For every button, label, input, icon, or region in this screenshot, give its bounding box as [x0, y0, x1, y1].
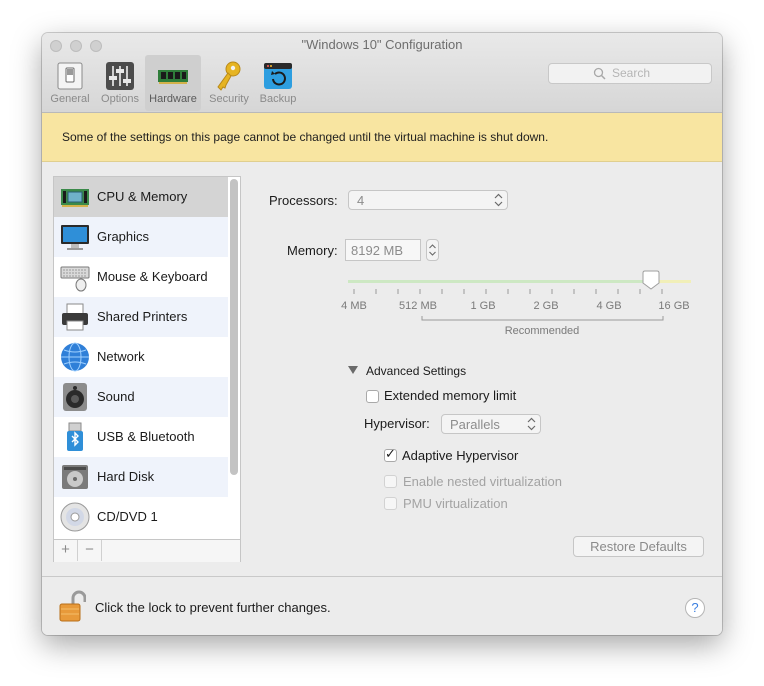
- adaptive-hypervisor-checkbox[interactable]: ✓: [384, 447, 397, 462]
- keyboard-icon: [60, 266, 90, 292]
- adaptive-hypervisor-label: Adaptive Hypervisor: [402, 448, 519, 463]
- restore-defaults-button[interactable]: Restore Defaults: [573, 536, 704, 557]
- tab-backup[interactable]: Backup: [250, 55, 306, 111]
- extended-memory-checkbox[interactable]: [366, 390, 379, 403]
- help-button[interactable]: ?: [685, 598, 705, 618]
- search-placeholder: Search: [612, 66, 651, 80]
- sidebar-item-label: CD/DVD 1: [97, 509, 158, 524]
- slider-tick-label: 2 GB: [533, 300, 559, 312]
- sidebar-item-hard-disk[interactable]: Hard Disk: [54, 457, 228, 497]
- usb-icon: [67, 422, 83, 451]
- key-icon: [217, 61, 241, 91]
- globe-icon: [61, 342, 89, 372]
- search-field[interactable]: Search: [548, 63, 712, 84]
- remove-device-button[interactable]: −: [78, 540, 102, 561]
- recommended-label: Recommended: [504, 325, 580, 337]
- sidebar-item-label: Hard Disk: [97, 469, 155, 484]
- slider-track-green: [348, 280, 651, 283]
- sidebar-item-graphics[interactable]: Graphics: [54, 217, 228, 257]
- disclosure-triangle-icon[interactable]: [348, 365, 358, 375]
- sidebar-item-sound[interactable]: Sound: [54, 377, 228, 417]
- slider-thumb[interactable]: [642, 270, 660, 290]
- up-down-arrows-icon: [494, 193, 503, 207]
- unlocked-padlock-icon[interactable]: [58, 590, 86, 624]
- lock-bar: Click the lock to prevent further change…: [42, 576, 722, 635]
- memory-field[interactable]: 8192 MB: [345, 239, 421, 261]
- hardware-sidebar: CPU & Memory Graphics Mouse & Keyboard S…: [53, 176, 241, 562]
- memory-value: 8192 MB: [351, 243, 404, 258]
- search-icon: [593, 67, 606, 80]
- lock-instruction-text: Click the lock to prevent further change…: [95, 600, 331, 615]
- sidebar-item-label: Shared Printers: [97, 309, 188, 324]
- slider-tick-label: 1 GB: [470, 300, 496, 312]
- nested-virtualization-checkbox[interactable]: [384, 475, 397, 488]
- hypervisor-label: Hypervisor:: [364, 416, 430, 431]
- tab-hardware[interactable]: Hardware: [145, 55, 201, 111]
- backup-icon: [264, 63, 292, 89]
- printer-icon: [62, 303, 88, 331]
- hypervisor-value: Parallels: [450, 417, 500, 432]
- memory-label: Memory:: [287, 243, 338, 258]
- window-title: "Windows 10" Configuration: [301, 37, 463, 52]
- slider-tick-label: 4 GB: [596, 300, 622, 312]
- slider-ticks: [353, 289, 663, 294]
- sidebar-item-label: CPU & Memory: [97, 189, 188, 204]
- hardware-ram-icon: [158, 70, 188, 84]
- add-device-button[interactable]: +: [54, 540, 78, 561]
- titlebar: "Windows 10" Configuration General Optio…: [42, 33, 722, 113]
- processors-label: Processors:: [269, 193, 338, 208]
- processors-popup[interactable]: 4: [348, 190, 508, 210]
- slider-tick-label: 512 MB: [399, 300, 437, 312]
- sidebar-item-network[interactable]: Network: [54, 337, 228, 377]
- shutdown-notice-banner: Some of the settings on this page cannot…: [42, 113, 722, 162]
- sidebar-item-cpu-memory[interactable]: CPU & Memory: [54, 177, 228, 217]
- hardware-device-list: CPU & Memory Graphics Mouse & Keyboard S…: [54, 177, 228, 539]
- sidebar-scrollbar[interactable]: [230, 179, 238, 475]
- pmu-virtualization-checkbox[interactable]: [384, 497, 397, 510]
- pmu-virtualization-label: PMU virtualization: [403, 496, 508, 511]
- sidebar-item-label: USB & Bluetooth: [97, 429, 195, 444]
- sidebar-item-label: Network: [97, 349, 145, 364]
- processors-value: 4: [357, 193, 365, 208]
- memory-slider[interactable]: [332, 269, 702, 333]
- memory-stepper[interactable]: [426, 239, 439, 261]
- slider-tick-label: 4 MB: [341, 300, 367, 312]
- sidebar-item-usb-bluetooth[interactable]: USB & Bluetooth: [54, 417, 228, 457]
- options-sliders-icon: [106, 62, 134, 90]
- recommended-bracket: [421, 316, 664, 321]
- configuration-window: "Windows 10" Configuration General Optio…: [42, 33, 722, 635]
- advanced-settings-label[interactable]: Advanced Settings: [366, 364, 466, 378]
- sidebar-item-shared-printers[interactable]: Shared Printers: [54, 297, 228, 337]
- sidebar-item-label: Mouse & Keyboard: [97, 269, 208, 284]
- general-switch-icon: [57, 62, 83, 90]
- extended-memory-label: Extended memory limit: [384, 388, 517, 403]
- hypervisor-popup[interactable]: Parallels: [441, 414, 541, 434]
- hard-disk-icon: [62, 465, 88, 489]
- nested-virtualization-label: Enable nested virtualization: [403, 474, 562, 489]
- slider-tick-label: 16 GB: [658, 300, 690, 312]
- stepper-arrows-icon: [429, 244, 436, 256]
- sidebar-item-mouse-keyboard[interactable]: Mouse & Keyboard: [54, 257, 228, 297]
- notice-text: Some of the settings on this page cannot…: [62, 130, 549, 144]
- checkmark-icon: ✓: [385, 447, 396, 462]
- speaker-icon: [63, 383, 87, 411]
- cd-icon: [60, 502, 90, 532]
- cpu-memory-icon: [61, 189, 89, 207]
- sidebar-item-label: Graphics: [97, 229, 150, 244]
- monitor-icon: [61, 225, 89, 250]
- tab-backup-label: Backup: [259, 93, 297, 105]
- sidebar-item-label: Sound: [97, 389, 135, 404]
- sidebar-footer: + −: [54, 539, 240, 562]
- sidebar-item-cd-dvd-1[interactable]: CD/DVD 1: [54, 497, 228, 537]
- up-down-arrows-icon: [527, 417, 536, 431]
